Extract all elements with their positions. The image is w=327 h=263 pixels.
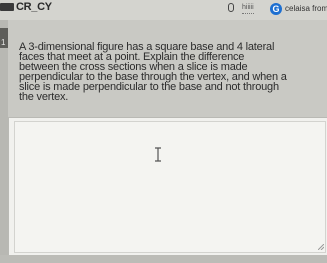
question-nav-strip: 1	[0, 20, 8, 263]
resize-handle-icon[interactable]	[318, 244, 324, 250]
course-tag[interactable]: CR_CY	[0, 1, 56, 15]
user-handle: hiiiii	[242, 4, 254, 11]
question-number: 1	[1, 38, 6, 47]
microphone-icon[interactable]	[228, 3, 234, 12]
top-bar: CR_CY hiiiii G celaisa from	[0, 0, 327, 20]
google-account-icon[interactable]: G	[270, 3, 282, 15]
course-tag-label: CR_CY	[16, 1, 52, 13]
account-name[interactable]: celaisa from	[285, 4, 327, 13]
bottom-edge	[0, 255, 327, 263]
handle-underline	[242, 13, 254, 14]
answer-textarea[interactable]	[14, 121, 326, 253]
question-line: the vertex.	[19, 91, 69, 103]
question-number-tab[interactable]: 1	[0, 28, 8, 48]
course-color-icon	[0, 3, 14, 12]
text-cursor-icon	[155, 147, 161, 162]
question-text: A 3-dimensional figure has a square base…	[19, 42, 327, 103]
